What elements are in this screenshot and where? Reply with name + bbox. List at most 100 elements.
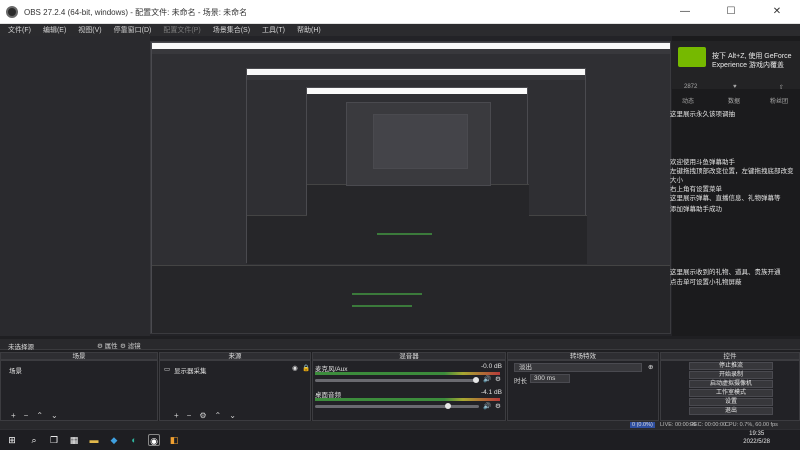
add-source-button[interactable]: +: [174, 411, 179, 420]
task-view-icon[interactable]: ❐: [48, 434, 60, 446]
gear-icon[interactable]: ⚙: [495, 402, 501, 410]
studio-mode-button[interactable]: 工作室模式: [689, 389, 773, 397]
scenes-toolbar: + − ⌃ ⌄: [11, 409, 58, 421]
danmaku-assistant-icon[interactable]: ◧: [168, 434, 180, 446]
move-up-button[interactable]: ⌃: [36, 411, 43, 420]
obs-taskbar-icon[interactable]: ◉: [148, 434, 160, 446]
stop-streaming-button[interactable]: 停止推流: [689, 362, 773, 370]
remove-scene-button[interactable]: −: [24, 411, 29, 420]
maximize-button[interactable]: ☐: [708, 0, 754, 24]
windows-start-icon[interactable]: ⊞: [6, 434, 18, 446]
mirror-menubar: [247, 75, 585, 80]
desktop-level-meter: [315, 398, 500, 401]
add-transition-icon[interactable]: ⊕: [648, 363, 653, 371]
danmaku-stat-count: 2872: [684, 84, 698, 90]
note-settings: 右上角有设置菜单: [670, 186, 722, 193]
filters-label: 滤镜: [127, 343, 141, 350]
note-welcome: 欢迎使用斗鱼弹幕助手: [670, 159, 735, 166]
scenes-dock: 场景 + − ⌃ ⌄: [0, 360, 158, 421]
controls-dock-title: 控件: [660, 352, 800, 360]
note-danmaku: 这里展示弹幕、直播信息、礼物弹幕等: [670, 195, 781, 202]
settings-button[interactable]: 设置: [689, 398, 773, 406]
sources-dock: 显示器采集 ▭ ◉ 🔒 + − ⚙ ⌃ ⌄: [159, 360, 311, 421]
tab-data[interactable]: 数据: [728, 96, 740, 105]
dropped-frames: 0 (0.0%): [630, 422, 655, 428]
move-down-button[interactable]: ⌄: [51, 411, 58, 420]
rec-timer: REC: 00:00:00: [690, 422, 727, 428]
scene-item[interactable]: 场景: [9, 365, 22, 375]
desktop-channel-db: -4.1 dB: [481, 389, 502, 396]
system-clock: 19:35 2022/5/28: [743, 430, 770, 446]
geforce-message: 按下 Alt+Z, 使用 GeForce Experience 游戏内覆盖: [712, 53, 792, 69]
cpu-status: CPU: 0.7%, 60.00 fps: [725, 422, 778, 428]
sources-toolbar: + − ⚙ ⌃ ⌄: [174, 409, 236, 421]
geforce-overlay-banner: 按下 Alt+Z, 使用 GeForce Experience 游戏内覆盖: [672, 41, 800, 89]
mirror-docks: [152, 265, 670, 333]
window-title: OBS 27.2.4 (64-bit, windows) - 配置文件: 未命名…: [24, 8, 248, 17]
move-down-button[interactable]: ⌄: [229, 411, 236, 420]
mirror-meter: [352, 293, 422, 295]
minimize-button[interactable]: —: [662, 0, 708, 24]
desktop-volume-slider[interactable]: [315, 405, 479, 408]
mirror-docks: [247, 215, 587, 264]
sources-dock-title: 来源: [159, 352, 311, 360]
menu-edit[interactable]: 编辑(E): [43, 25, 66, 35]
note-drag: 左键拖拽顶部改变位置，左键拖拽底部改变大小: [670, 168, 794, 184]
widgets-icon[interactable]: ▦: [68, 434, 80, 446]
move-up-button[interactable]: ⌃: [215, 411, 222, 420]
mirror-docks: [307, 184, 529, 216]
properties-button[interactable]: ⚙ 属性: [97, 340, 118, 350]
transitions-dock-title: 转场特效: [507, 352, 659, 360]
menu-help[interactable]: 帮助(H): [297, 25, 321, 35]
mirror-menubar: [152, 49, 670, 54]
mixer-dock: 麦克风/Aux -0.0 dB 🔊 ⚙ 桌面音频 -4.1 dB 🔊 ⚙: [312, 360, 506, 421]
mirror-meter: [377, 233, 432, 235]
menu-file[interactable]: 文件(F): [8, 25, 31, 35]
tab-fans[interactable]: 粉丝团: [770, 96, 788, 105]
menu-docks[interactable]: 停靠窗口(D): [114, 25, 152, 35]
search-icon[interactable]: ⌕: [28, 434, 40, 446]
menu-view[interactable]: 视图(V): [78, 25, 101, 35]
menu-profile[interactable]: 配置文件(P): [163, 25, 200, 35]
visibility-icon[interactable]: ◉: [292, 364, 298, 372]
file-explorer-icon[interactable]: ▬: [88, 434, 100, 446]
mic-level-meter: [315, 372, 500, 375]
mic-volume-knob[interactable]: [473, 377, 479, 383]
tab-dynamic[interactable]: 动态: [682, 96, 694, 105]
obs-app-icon: [6, 6, 18, 18]
add-scene-button[interactable]: +: [11, 411, 16, 420]
menu-scene-collection[interactable]: 场景集合(S): [213, 25, 250, 35]
share-icon: ⇧: [779, 85, 785, 91]
monitor-icon: ▭: [164, 366, 171, 373]
controls-dock: 停止推流 开始录制 启动虚拟摄像机 工作室模式 设置 退出: [660, 360, 800, 421]
remove-source-button[interactable]: −: [187, 411, 192, 420]
start-recording-button[interactable]: 开始录制: [689, 371, 773, 379]
window-titlebar: OBS 27.2.4 (64-bit, windows) - 配置文件: 未命名…: [0, 0, 800, 24]
desktop-volume-knob[interactable]: [445, 403, 451, 409]
filters-button[interactable]: ⚙ 滤镜: [120, 340, 141, 350]
status-bar: 0 (0.0%) LIVE: 00:00:00 REC: 00:00:00 CP…: [0, 421, 800, 429]
speaker-icon[interactable]: 🔊: [483, 402, 491, 410]
windows-taskbar: ⊞ ⌕ ❐ ▦ ▬ ◆ ◐ ◉ ◧: [0, 429, 800, 450]
no-source-selected: 未选择源: [8, 344, 34, 351]
note-success: 添加弹幕助手成功: [670, 206, 722, 213]
start-virtual-camera-button[interactable]: 启动虚拟摄像机: [689, 380, 773, 388]
edge-browser-icon[interactable]: ◐: [128, 434, 140, 446]
mirror-level-5: [373, 114, 468, 169]
exit-button[interactable]: 退出: [689, 407, 773, 415]
source-item-display-capture[interactable]: 显示器采集: [174, 365, 207, 375]
menu-tools[interactable]: 工具(T): [262, 25, 285, 35]
speaker-icon[interactable]: 🔊: [483, 375, 491, 383]
preview-canvas[interactable]: [150, 41, 671, 334]
mic-volume-slider[interactable]: [315, 379, 479, 382]
gear-icon[interactable]: ⚙: [495, 375, 501, 383]
mixer-dock-title: 混音器: [312, 352, 506, 360]
lock-icon[interactable]: 🔒: [302, 364, 310, 372]
store-icon[interactable]: ◆: [108, 434, 120, 446]
preview-left-margin: [0, 36, 150, 336]
source-settings-button[interactable]: ⚙: [199, 411, 206, 420]
duration-input[interactable]: 300 ms: [530, 374, 570, 383]
close-button[interactable]: ✕: [754, 0, 800, 24]
mirror-meter: [352, 305, 412, 307]
transition-type-select[interactable]: 淡出: [514, 363, 642, 372]
